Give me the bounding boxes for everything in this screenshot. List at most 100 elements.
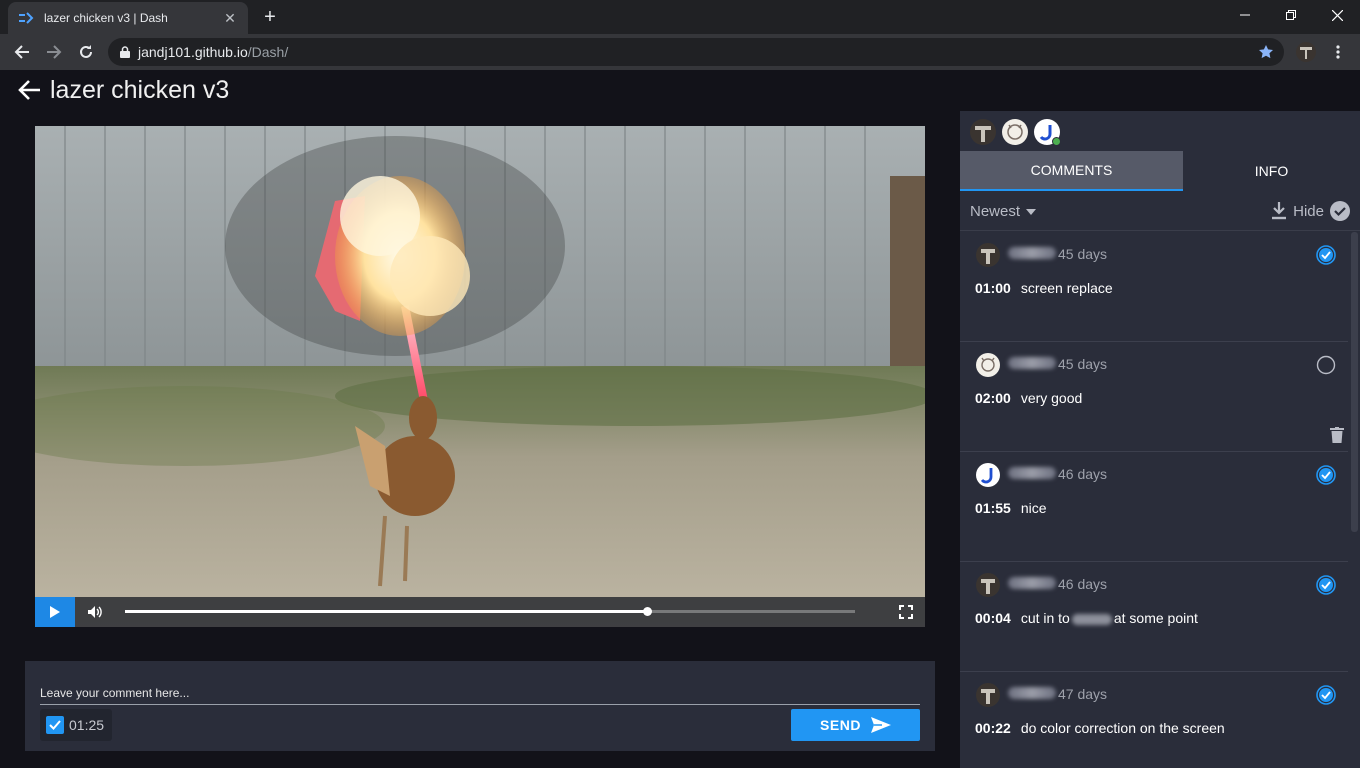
trash-icon[interactable] (1330, 427, 1344, 443)
play-icon (50, 606, 60, 618)
check-circle-icon[interactable] (1330, 201, 1350, 221)
comment-avatar (976, 463, 1000, 487)
back-arrow-icon[interactable] (18, 78, 42, 102)
browser-menu-button[interactable] (1324, 38, 1352, 66)
redacted-name (1071, 613, 1112, 625)
viewer-avatar-sketch[interactable] (1002, 119, 1028, 145)
comment-item[interactable]: 45 days 01:00 screen replace (960, 232, 1348, 342)
unresolved-circle-icon[interactable] (1316, 355, 1336, 375)
comment-author-redacted (1008, 687, 1056, 699)
minimize-icon (1240, 14, 1250, 16)
tab-close-icon[interactable]: ✕ (222, 10, 238, 26)
comment-avatar (976, 683, 1000, 707)
kebab-menu-icon (1336, 45, 1340, 59)
resolved-check-icon[interactable] (1316, 465, 1336, 485)
seek-handle[interactable] (642, 607, 652, 616)
restore-button[interactable] (1268, 0, 1314, 30)
resolved-check-icon[interactable] (1316, 575, 1336, 595)
comment-age: 46 days (1058, 466, 1108, 482)
viewer-avatar-j[interactable] (1034, 119, 1061, 146)
comment-avatar (976, 573, 1000, 597)
back-button[interactable] (8, 38, 36, 66)
comment-item[interactable]: 46 days 00:04 cut in to at some point (960, 562, 1348, 672)
bookmark-star-icon[interactable] (1258, 44, 1274, 60)
volume-icon (88, 606, 102, 618)
video-controls (35, 597, 925, 627)
comment-text: very good (1020, 390, 1083, 406)
url-path: /Dash/ (247, 44, 289, 60)
comment-timestamp[interactable]: 00:22 (975, 720, 1011, 736)
hide-resolved-toggle[interactable]: Hide (1271, 201, 1350, 221)
fullscreen-icon[interactable] (899, 605, 913, 619)
online-indicator (1052, 137, 1061, 146)
reload-button[interactable] (72, 38, 100, 66)
comment-text: cut in to at some point (1021, 610, 1198, 626)
tab-info[interactable]: INFO (1183, 151, 1360, 191)
browser-tab[interactable]: lazer chicken v3 | Dash ✕ (8, 2, 248, 34)
comment-text: nice (1020, 500, 1047, 516)
comment-timestamp[interactable]: 01:00 (975, 280, 1011, 296)
lock-icon (120, 46, 130, 58)
comment-author-redacted (1008, 577, 1056, 589)
comment-text-before: cut in to (1020, 610, 1070, 626)
restore-icon (1286, 10, 1296, 20)
download-icon[interactable] (1271, 202, 1287, 220)
sort-dropdown[interactable]: Newest (970, 203, 1037, 220)
play-button[interactable] (35, 597, 75, 627)
comments-toolbar: Newest Hide (960, 191, 1360, 231)
seek-progress (125, 610, 647, 613)
new-tab-button[interactable]: + (258, 6, 282, 30)
forward-button[interactable] (40, 38, 68, 66)
dash-favicon-icon (18, 10, 34, 26)
profile-avatar-button[interactable] (1292, 38, 1320, 66)
resolved-check-icon[interactable] (1316, 685, 1336, 705)
timestamp-value: 01:25 (69, 717, 105, 733)
arrow-right-icon (47, 45, 62, 59)
address-bar[interactable]: jandj101.github.io/Dash/ (108, 38, 1284, 66)
tab-title: lazer chicken v3 | Dash (44, 11, 168, 25)
close-icon (1331, 9, 1343, 21)
send-icon (870, 717, 891, 733)
comment-age: 46 days (1058, 576, 1108, 592)
scrollbar-thumb[interactable] (1351, 232, 1358, 532)
chevron-down-icon (1026, 208, 1037, 215)
panel-tabs: COMMENTS INFO (960, 151, 1360, 191)
arrow-left-icon (14, 45, 29, 59)
viewer-avatar-dark[interactable] (970, 119, 996, 145)
video-player[interactable] (35, 126, 925, 627)
comment-body: 01:00 screen replace (975, 280, 1113, 296)
comment-input[interactable] (40, 681, 920, 705)
comment-body: 00:22 do color correction on the screen (975, 720, 1225, 736)
send-button[interactable]: SEND (791, 709, 920, 741)
video-frame (35, 126, 925, 627)
volume-button[interactable] (83, 597, 107, 627)
comment-list: 45 days 01:00 screen replace 45 days 02:… (960, 232, 1348, 768)
comment-timestamp[interactable]: 01:55 (975, 500, 1011, 516)
comment-timestamp[interactable]: 00:04 (975, 610, 1011, 626)
minimize-button[interactable] (1222, 0, 1268, 30)
comment-body: 01:55 nice (975, 500, 1047, 516)
hide-label: Hide (1293, 202, 1324, 220)
comment-age: 47 days (1058, 686, 1108, 702)
resolved-check-icon[interactable] (1316, 245, 1336, 265)
comment-item[interactable]: 47 days 00:22 do color correction on the… (960, 672, 1348, 768)
comment-text-after: at some point (1113, 610, 1198, 626)
comment-avatar (976, 353, 1000, 377)
tab-comments[interactable]: COMMENTS (960, 151, 1183, 191)
comment-item[interactable]: 45 days 02:00 very good (960, 342, 1348, 452)
check-icon (49, 720, 61, 730)
close-window-button[interactable] (1314, 0, 1360, 30)
comment-item[interactable]: 46 days 01:55 nice (960, 452, 1348, 562)
timestamp-checkbox[interactable] (46, 716, 64, 734)
comment-text: screen replace (1020, 280, 1113, 296)
comment-scrollbar[interactable] (1349, 232, 1360, 768)
seek-bar[interactable] (125, 607, 855, 616)
timestamp-toggle[interactable]: 01:25 (40, 709, 112, 741)
comment-author-redacted (1008, 467, 1056, 479)
comment-age: 45 days (1058, 246, 1108, 262)
comment-timestamp[interactable]: 02:00 (975, 390, 1011, 406)
url-text: jandj101.github.io/Dash/ (138, 44, 288, 60)
comment-author-redacted (1008, 247, 1056, 259)
comment-author-redacted (1008, 357, 1056, 369)
comment-avatar (976, 243, 1000, 267)
